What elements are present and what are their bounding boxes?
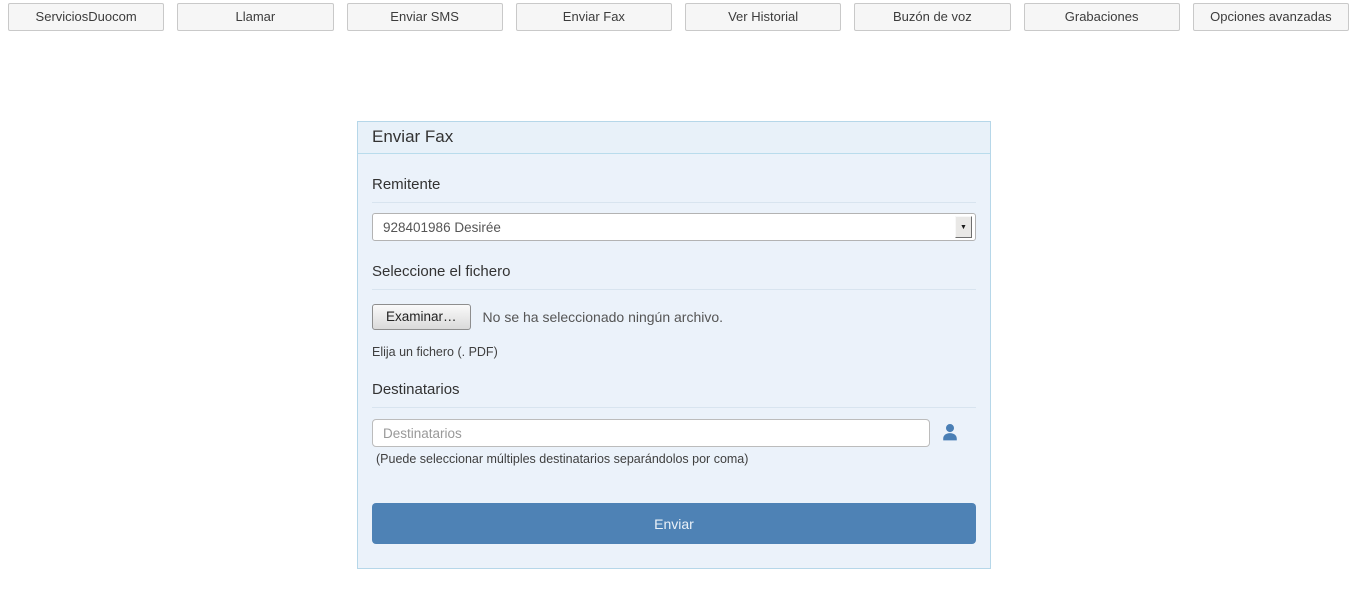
- file-input-row: Examinar… No se ha seleccionado ningún a…: [372, 304, 976, 330]
- nav-button-enviar-sms[interactable]: Enviar SMS: [347, 3, 503, 31]
- nav-button-servicios-duocom[interactable]: ServiciosDuocom: [8, 3, 164, 31]
- fichero-heading: Seleccione el fichero: [372, 263, 976, 290]
- nav-button-opciones-avanzadas[interactable]: Opciones avanzadas: [1193, 3, 1349, 31]
- remitente-heading: Remitente: [372, 176, 976, 203]
- file-status-text: No se ha seleccionado ningún archivo.: [483, 309, 724, 325]
- destinatarios-row: [372, 419, 976, 447]
- nav-button-buzon-de-voz[interactable]: Buzón de voz: [854, 3, 1010, 31]
- nav-button-ver-historial[interactable]: Ver Historial: [685, 3, 841, 31]
- select-dropdown-arrow-icon[interactable]: ▼: [955, 216, 972, 238]
- top-navigation: ServiciosDuocom Llamar Enviar SMS Enviar…: [0, 0, 1357, 34]
- nav-button-enviar-fax[interactable]: Enviar Fax: [516, 3, 672, 31]
- remitente-selected-value: 928401986 Desirée: [373, 220, 955, 235]
- nav-button-grabaciones[interactable]: Grabaciones: [1024, 3, 1180, 31]
- panel-title: Enviar Fax: [358, 122, 990, 154]
- nav-button-llamar[interactable]: Llamar: [177, 3, 333, 31]
- destinatarios-hint-text: (Puede seleccionar múltiples destinatari…: [372, 452, 976, 466]
- destinatarios-heading: Destinatarios: [372, 381, 976, 408]
- remitente-select[interactable]: 928401986 Desirée ▼: [372, 213, 976, 241]
- enviar-fax-panel: Enviar Fax Remitente 928401986 Desirée ▼…: [357, 121, 991, 569]
- browse-file-button[interactable]: Examinar…: [372, 304, 471, 330]
- enviar-submit-button[interactable]: Enviar: [372, 503, 976, 544]
- contact-picker-person-icon[interactable]: [939, 422, 961, 444]
- panel-body: Remitente 928401986 Desirée ▼ Seleccione…: [358, 154, 990, 568]
- file-hint-text: Elija un fichero (. PDF): [372, 345, 976, 359]
- destinatarios-input[interactable]: [372, 419, 930, 447]
